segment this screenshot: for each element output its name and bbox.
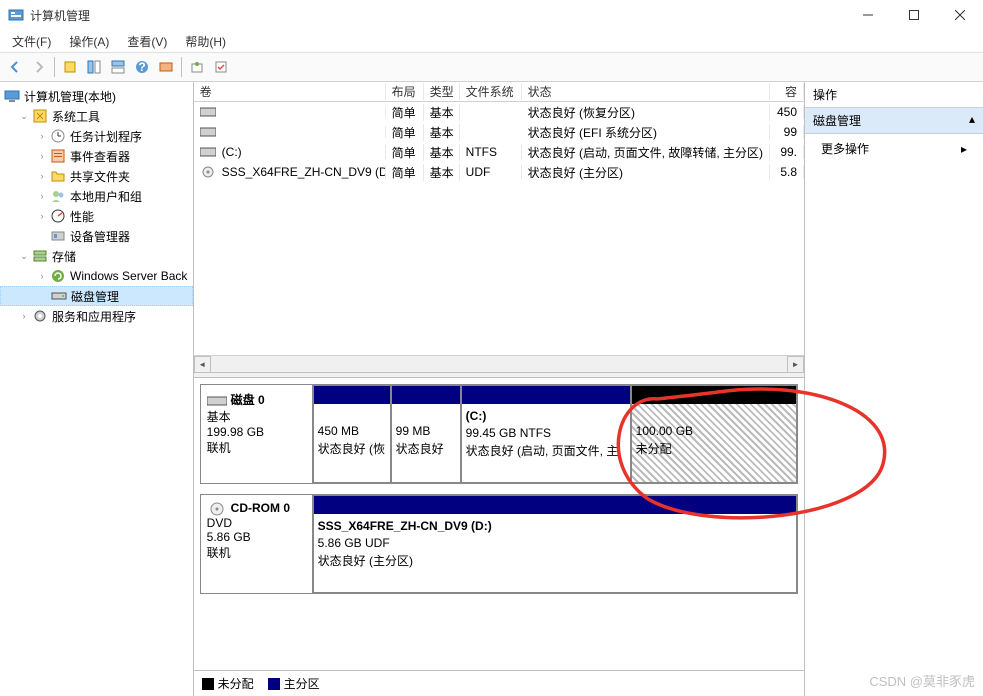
menu-view[interactable]: 查看(V) [119,31,175,52]
toolbar-icon-1[interactable] [59,56,81,78]
drive-icon [200,106,216,118]
drive-icon [200,126,216,138]
expander-closed-icon[interactable]: › [36,150,48,162]
toolbar-icon-6[interactable] [210,56,232,78]
folder-icon [50,168,66,184]
tree-disk-management[interactable]: 磁盘管理 [0,286,193,306]
legend-swatch-unallocated [202,678,214,690]
actions-header: 操作 [805,82,983,108]
partition[interactable]: 99 MB状态良好 [391,385,461,483]
drive-icon [200,146,216,158]
actions-more[interactable]: 更多操作 ▸ [805,134,983,163]
titlebar: 计算机管理 [0,0,983,30]
col-volume[interactable]: 卷 [194,83,386,100]
volume-list-header: 卷 布局 类型 文件系统 状态 容 [194,82,804,102]
expander-open-icon[interactable]: ⌄ [18,250,30,262]
chevron-right-icon: ▸ [961,142,967,156]
expander-closed-icon[interactable]: › [18,310,30,322]
disk-row[interactable]: 磁盘 0 基本 199.98 GB 联机 450 MB状态良好 (恢 99 MB… [200,384,798,484]
tree-system-tools[interactable]: ⌄ 系统工具 [0,106,193,126]
cdrom-icon [200,166,216,178]
volume-row[interactable]: SSS_X64FRE_ZH-CN_DV9 (D:) 简单 基本 UDF 状态良好… [194,162,804,182]
toolbar-icon-2[interactable] [83,56,105,78]
col-layout[interactable]: 布局 [386,83,424,100]
clock-icon [50,128,66,144]
tools-icon [32,108,48,124]
event-icon [50,148,66,164]
disk-row[interactable]: CD-ROM 0 DVD 5.86 GB 联机 SSS_X64FRE_ZH-CN… [200,494,798,594]
disk-graphical-view: 磁盘 0 基本 199.98 GB 联机 450 MB状态良好 (恢 99 MB… [194,378,804,670]
services-icon [32,308,48,324]
computer-icon [4,88,20,104]
help-icon[interactable]: ? [131,56,153,78]
back-button[interactable] [4,56,26,78]
actions-section[interactable]: 磁盘管理 ▴ [805,108,983,134]
legend-swatch-primary [268,678,280,690]
legend: 未分配 主分区 [194,670,804,696]
partition[interactable]: 450 MB状态良好 (恢 [313,385,391,483]
volume-list: 卷 布局 类型 文件系统 状态 容 简单 基本 状态良好 (恢复分区) 450 … [194,82,804,372]
partition-unallocated[interactable]: 100.00 GB未分配 [631,385,797,483]
perf-icon [50,208,66,224]
horizontal-scrollbar[interactable]: ◄ ► [194,355,804,372]
disk-icon [207,394,227,408]
disk-icon [51,288,67,304]
tree-services[interactable]: › 服务和应用程序 [0,306,193,326]
tree-local-users[interactable]: › 本地用户和组 [0,186,193,206]
partition[interactable]: (C:)99.45 GB NTFS状态良好 (启动, 页面文件, 主 [461,385,631,483]
expander-closed-icon[interactable]: › [36,210,48,222]
disk-info: 磁盘 0 基本 199.98 GB 联机 [201,385,313,483]
tree-root[interactable]: 计算机管理(本地) [0,86,193,106]
expander-closed-icon[interactable]: › [36,130,48,142]
toolbar-icon-4[interactable] [155,56,177,78]
expander-closed-icon[interactable]: › [36,270,48,282]
volume-row[interactable]: 简单 基本 状态良好 (恢复分区) 450 [194,102,804,122]
expander-open-icon[interactable]: ⌄ [18,110,30,122]
menu-file[interactable]: 文件(F) [4,31,59,52]
scroll-right-icon[interactable]: ► [787,356,804,373]
tree-wsb[interactable]: › Windows Server Back [0,266,193,286]
toolbar: ? [0,52,983,82]
forward-button[interactable] [28,56,50,78]
svg-text:?: ? [138,60,145,74]
scroll-left-icon[interactable]: ◄ [194,356,211,373]
cdrom-icon [207,502,227,516]
menu-help[interactable]: 帮助(H) [177,31,234,52]
tree-device-manager[interactable]: 设备管理器 [0,226,193,246]
toolbar-icon-5[interactable] [186,56,208,78]
watermark: CSDN @莫非豕虎 [869,671,975,690]
expander-closed-icon[interactable]: › [36,190,48,202]
storage-icon [32,248,48,264]
actions-pane: 操作 磁盘管理 ▴ 更多操作 ▸ [805,82,983,696]
collapse-icon[interactable]: ▴ [969,112,975,129]
disk-info: CD-ROM 0 DVD 5.86 GB 联机 [201,495,313,593]
volume-row[interactable]: 简单 基本 状态良好 (EFI 系统分区) 99 [194,122,804,142]
tree-performance[interactable]: › 性能 [0,206,193,226]
minimize-button[interactable] [845,0,891,30]
window-title: 计算机管理 [30,7,845,24]
navigation-tree: 计算机管理(本地) ⌄ 系统工具 › 任务计划程序 › 事件查看器 › 共享文件… [0,82,194,696]
tree-event-viewer[interactable]: › 事件查看器 [0,146,193,166]
users-icon [50,188,66,204]
maximize-button[interactable] [891,0,937,30]
col-status[interactable]: 状态 [522,83,770,100]
backup-icon [50,268,66,284]
device-icon [50,228,66,244]
col-type[interactable]: 类型 [424,83,460,100]
tree-storage[interactable]: ⌄ 存储 [0,246,193,266]
col-filesystem[interactable]: 文件系统 [460,83,522,100]
col-capacity[interactable]: 容 [770,83,804,100]
volume-row[interactable]: (C:) 简单 基本 NTFS 状态良好 (启动, 页面文件, 故障转储, 主分… [194,142,804,162]
partition[interactable]: SSS_X64FRE_ZH-CN_DV9 (D:)5.86 GB UDF状态良好… [313,495,797,593]
tree-shared-folders[interactable]: › 共享文件夹 [0,166,193,186]
menu-action[interactable]: 操作(A) [61,31,117,52]
app-icon [8,7,24,23]
menubar: 文件(F) 操作(A) 查看(V) 帮助(H) [0,30,983,52]
expander-closed-icon[interactable]: › [36,170,48,182]
toolbar-icon-3[interactable] [107,56,129,78]
content-area: 卷 布局 类型 文件系统 状态 容 简单 基本 状态良好 (恢复分区) 450 … [194,82,805,696]
tree-task-scheduler[interactable]: › 任务计划程序 [0,126,193,146]
close-button[interactable] [937,0,983,30]
